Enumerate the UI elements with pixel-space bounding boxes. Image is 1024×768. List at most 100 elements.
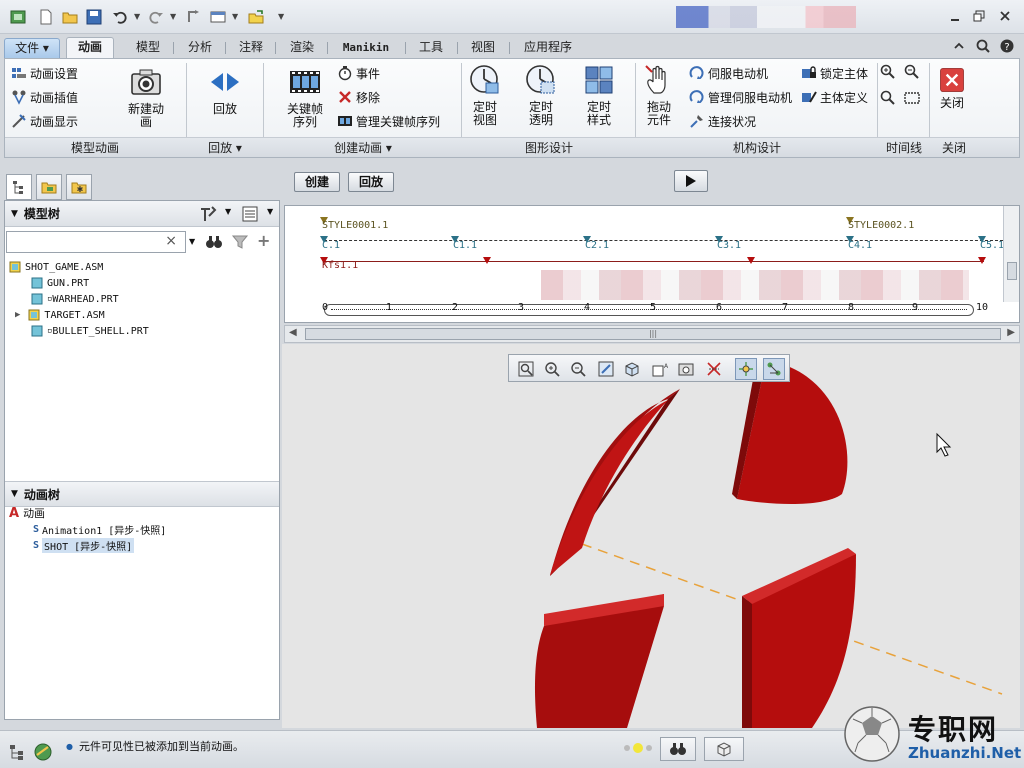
zoom-in-icon[interactable] bbox=[541, 358, 563, 380]
expand-arrow-icon[interactable]: ▶ bbox=[15, 310, 20, 320]
filter-icon[interactable] bbox=[231, 233, 249, 254]
timeline-frame-icon[interactable] bbox=[903, 89, 921, 107]
new-animation-button[interactable]: 新建动 画 bbox=[123, 65, 169, 129]
redo-dropdown-icon[interactable]: ▼ bbox=[170, 12, 176, 21]
drag-component-button[interactable]: 拖动 元件 bbox=[639, 63, 679, 127]
hscroll-thumb[interactable]: ||| bbox=[305, 328, 1001, 340]
timed-view-button[interactable]: 定时 视图 bbox=[465, 63, 505, 127]
regenerate-icon[interactable] bbox=[184, 7, 204, 27]
save-icon[interactable] bbox=[84, 7, 104, 27]
open-folder-icon[interactable] bbox=[60, 7, 80, 27]
windows-icon[interactable] bbox=[208, 7, 228, 27]
event-button[interactable]: 事件 bbox=[337, 63, 380, 83]
model-tree-header[interactable]: ▼ 模型树 ▼ ▼ bbox=[5, 201, 279, 227]
manage-servo-motor-button[interactable]: 管理伺服电动机 bbox=[689, 87, 792, 107]
status-browser-icon[interactable] bbox=[34, 743, 52, 764]
animation-settings-button[interactable]: 动画设置 bbox=[11, 63, 78, 83]
tab-annotate[interactable]: 注释 bbox=[228, 38, 274, 58]
tab-manikin[interactable]: Manikin bbox=[332, 38, 400, 58]
model-tree-tab[interactable] bbox=[6, 174, 32, 200]
windows-dropdown-icon[interactable]: ▼ bbox=[232, 12, 238, 21]
tab-analysis[interactable]: 分析 bbox=[176, 38, 224, 58]
remove-button[interactable]: 移除 bbox=[337, 87, 380, 107]
manage-keyframe-button[interactable]: 管理关键帧序列 bbox=[337, 111, 440, 131]
search-help-icon[interactable] bbox=[974, 38, 992, 54]
timed-transparency-button[interactable]: 定时 透明 bbox=[521, 63, 561, 127]
new-file-icon[interactable] bbox=[36, 7, 56, 27]
group-label-playback[interactable]: 回放 ▾ bbox=[187, 139, 263, 156]
refit-icon[interactable] bbox=[515, 358, 537, 380]
time-ruler[interactable] bbox=[324, 304, 974, 316]
undo-icon[interactable] bbox=[110, 7, 130, 27]
timeline-hscroll[interactable]: ◀ ||| ▶ bbox=[284, 325, 1020, 343]
scroll-right-icon[interactable]: ▶ bbox=[1007, 327, 1015, 338]
close-animation-button[interactable]: 关闭 bbox=[935, 67, 969, 110]
body-define-button[interactable]: 主体定义 bbox=[801, 87, 868, 107]
servo-motor-button[interactable]: 伺服电动机 bbox=[689, 63, 768, 83]
redo-icon[interactable] bbox=[146, 7, 166, 27]
keyframe-marker[interactable] bbox=[747, 257, 755, 264]
create-mode-button[interactable]: 创建 bbox=[294, 172, 340, 192]
close-window-icon[interactable] bbox=[246, 7, 266, 27]
minimize-ribbon-icon[interactable] bbox=[950, 38, 968, 54]
tree-item-bullet-shell-prt[interactable]: ▫ BULLET_SHELL.PRT bbox=[31, 323, 149, 339]
tree-settings-dropdown-icon[interactable]: ▼ bbox=[225, 207, 231, 216]
keyframe-marker[interactable] bbox=[978, 257, 986, 264]
show-options-dropdown-icon[interactable]: ▼ bbox=[267, 207, 273, 216]
datum-display-icon[interactable] bbox=[703, 358, 725, 380]
tree-settings-icon[interactable] bbox=[199, 205, 217, 226]
tab-model[interactable]: 模型 bbox=[124, 38, 172, 58]
tab-animation[interactable]: 动画 bbox=[66, 37, 114, 59]
group-label-create-animation[interactable]: 创建动画 ▾ bbox=[265, 139, 461, 156]
close-app-icon[interactable] bbox=[996, 8, 1014, 24]
keyframe-marker[interactable] bbox=[483, 257, 491, 264]
find-binoculars-icon[interactable] bbox=[205, 233, 223, 254]
collapse-triangle-icon[interactable]: ▼ bbox=[11, 489, 18, 499]
anim-item-animation1[interactable]: S Animation1 [异步-快照] bbox=[33, 521, 166, 537]
graphics-viewport[interactable] bbox=[282, 344, 1020, 728]
anim-item-shot[interactable]: S SHOT [异步-快照] bbox=[33, 537, 135, 553]
tab-applications[interactable]: 应用程序 bbox=[512, 38, 584, 58]
help-icon[interactable]: ? bbox=[998, 38, 1016, 54]
anim-tree-root[interactable]: A 动画 bbox=[9, 505, 45, 521]
customize-toolbar-icon[interactable]: ▼ bbox=[278, 12, 284, 21]
clear-search-icon[interactable]: × bbox=[165, 233, 177, 249]
timed-style-button[interactable]: 定时 样式 bbox=[579, 63, 619, 127]
animation-display-button[interactable]: 动画显示 bbox=[11, 111, 78, 131]
tree-item-target-asm[interactable]: ▶ TARGET.ASM bbox=[15, 307, 105, 323]
connection-status-button[interactable]: 连接状况 bbox=[689, 111, 756, 131]
timeline-zoom-out-icon[interactable] bbox=[903, 63, 921, 81]
timeline-refit-icon[interactable] bbox=[879, 89, 897, 107]
zoom-out-icon[interactable] bbox=[567, 358, 589, 380]
play-button[interactable] bbox=[674, 170, 708, 192]
folder-browser-tab[interactable] bbox=[36, 174, 62, 200]
status-tree-icon[interactable] bbox=[8, 743, 26, 764]
tree-search-input[interactable]: × bbox=[6, 231, 186, 253]
scroll-left-icon[interactable]: ◀ bbox=[289, 327, 297, 338]
selection-filter-button[interactable] bbox=[704, 737, 744, 761]
view-manager-icon[interactable] bbox=[675, 358, 697, 380]
playback-mode-button[interactable]: 回放 bbox=[348, 172, 394, 192]
timeline-vscroll[interactable] bbox=[1003, 206, 1019, 302]
annotation-display-icon[interactable] bbox=[763, 358, 785, 380]
minimize-icon[interactable] bbox=[946, 8, 964, 24]
playback-button[interactable]: 回放 bbox=[203, 65, 247, 116]
tab-file[interactable]: 文件 ▾ bbox=[4, 38, 60, 58]
repaint-icon[interactable] bbox=[595, 358, 617, 380]
app-icon[interactable] bbox=[8, 7, 28, 27]
animation-interpolation-button[interactable]: 动画插值 bbox=[11, 87, 78, 107]
tree-item-warhead-prt[interactable]: ▫ WARHEAD.PRT bbox=[31, 291, 119, 307]
search-dropdown-icon[interactable]: ▼ bbox=[189, 237, 195, 246]
tree-item-shot-game-asm[interactable]: SHOT_GAME.ASM bbox=[9, 259, 103, 275]
animation-tree-header[interactable]: ▼ 动画树 bbox=[5, 481, 279, 507]
tab-view[interactable]: 视图 bbox=[460, 38, 506, 58]
favorites-tab[interactable]: ✱ bbox=[66, 174, 92, 200]
tree-item-gun-prt[interactable]: GUN.PRT bbox=[31, 275, 89, 291]
timeline-zoom-in-icon[interactable] bbox=[879, 63, 897, 81]
tab-tools[interactable]: 工具 bbox=[408, 38, 454, 58]
find-button[interactable] bbox=[660, 737, 696, 761]
add-column-icon[interactable]: + bbox=[257, 231, 270, 250]
spin-center-icon[interactable] bbox=[735, 358, 757, 380]
lock-body-button[interactable]: 锁定主体 bbox=[801, 63, 868, 83]
timeline-vscroll-thumb[interactable] bbox=[1007, 262, 1017, 280]
